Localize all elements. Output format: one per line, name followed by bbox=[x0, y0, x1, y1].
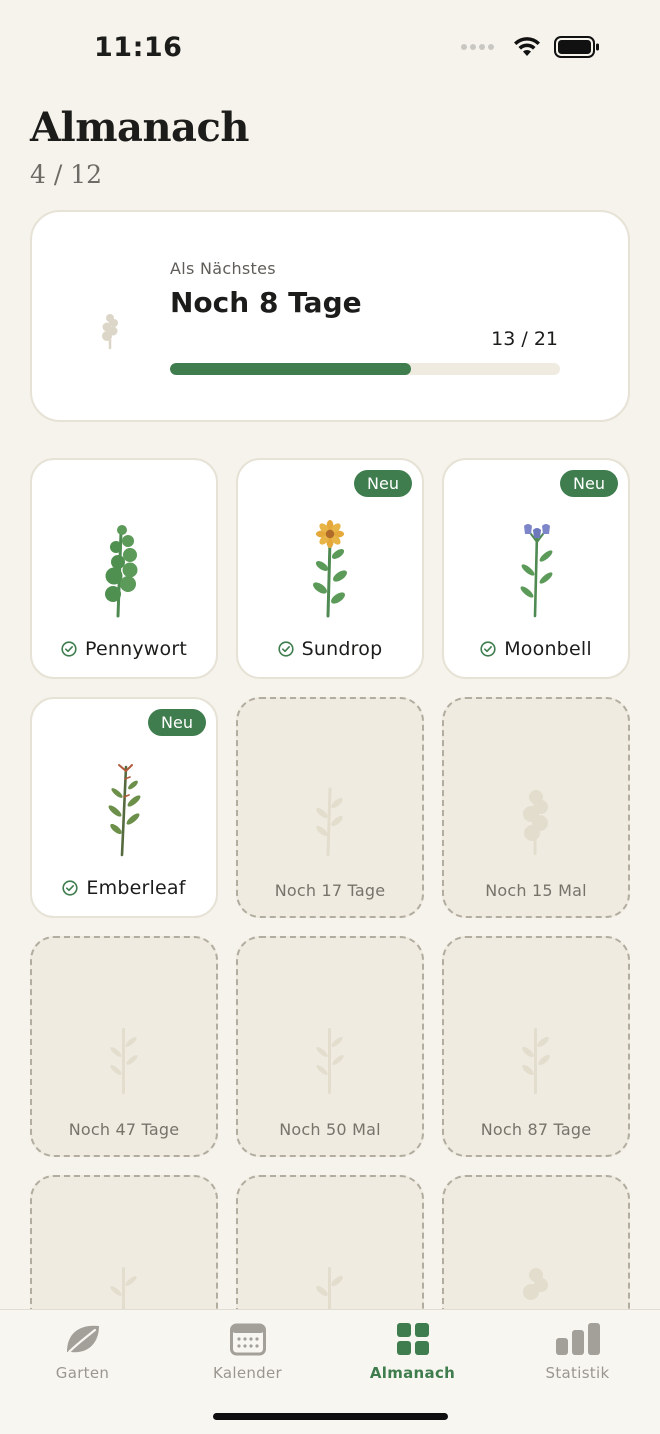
locked-sprig-icon bbox=[316, 1028, 344, 1094]
tab-label: Statistik bbox=[545, 1364, 610, 1382]
next-unlock-card[interactable]: Als Nächstes Noch 8 Tage 13 / 21 bbox=[30, 210, 630, 422]
unlock-requirement: Noch 17 Tage bbox=[274, 881, 386, 900]
sundrop-flower-icon bbox=[313, 520, 347, 618]
collection-count: 4 / 12 bbox=[30, 160, 103, 189]
check-circle-icon bbox=[278, 641, 294, 657]
next-label: Als Nächstes bbox=[170, 259, 276, 278]
battery-icon bbox=[554, 36, 599, 58]
check-circle-icon bbox=[61, 641, 77, 657]
check-circle-icon bbox=[480, 641, 496, 657]
tile-locked[interactable]: Noch 17 Tage bbox=[236, 697, 424, 918]
tile-moonbell[interactable]: Neu Moonbell bbox=[442, 458, 630, 679]
tile-name: Sundrop bbox=[301, 638, 383, 660]
tile-locked[interactable]: Noch 50 Mal bbox=[236, 936, 424, 1157]
moonbell-flower-icon bbox=[520, 524, 553, 618]
locked-sprig-icon bbox=[522, 1028, 550, 1094]
page-title: Almanach bbox=[30, 104, 249, 151]
locked-sprig-icon bbox=[110, 1028, 138, 1094]
tile-name: Emberleaf bbox=[86, 877, 186, 899]
emberleaf-plant-icon bbox=[108, 764, 141, 857]
tile-locked[interactable] bbox=[442, 1175, 630, 1310]
tab-statistik[interactable]: Statistik bbox=[495, 1310, 660, 1390]
tab-label: Garten bbox=[55, 1364, 110, 1382]
tab-kalender[interactable]: Kalender bbox=[165, 1310, 330, 1390]
progress-bar bbox=[170, 363, 560, 375]
new-badge: Neu bbox=[354, 470, 412, 497]
wifi-icon bbox=[514, 37, 540, 56]
status-bar: 11:16 bbox=[0, 0, 660, 96]
tile-label: Moonbell bbox=[444, 638, 628, 660]
grid-icon bbox=[396, 1323, 429, 1355]
calendar-icon bbox=[229, 1323, 266, 1356]
status-icons bbox=[461, 36, 600, 58]
tile-sundrop[interactable]: Neu Sundrop bbox=[236, 458, 424, 679]
locked-leaf-icon bbox=[523, 790, 548, 855]
next-plant-silhouette-icon bbox=[102, 314, 118, 350]
tile-locked[interactable] bbox=[236, 1175, 424, 1310]
tile-label: Pennywort bbox=[32, 638, 216, 660]
next-title: Noch 8 Tage bbox=[170, 286, 362, 319]
new-badge: Neu bbox=[148, 709, 206, 736]
locked-sprig-icon bbox=[316, 1267, 343, 1310]
tile-locked[interactable]: Noch 15 Mal bbox=[442, 697, 630, 918]
tab-label: Kalender bbox=[213, 1364, 282, 1382]
check-circle-icon bbox=[62, 880, 79, 896]
unlock-requirement: Noch 47 Tage bbox=[68, 1120, 180, 1139]
tile-label: Sundrop bbox=[238, 638, 422, 660]
progress-fill bbox=[170, 363, 412, 375]
new-badge: Neu bbox=[560, 470, 618, 497]
tile-name: Moonbell bbox=[504, 638, 592, 660]
tab-almanach[interactable]: Almanach bbox=[330, 1310, 495, 1390]
status-time: 11:16 bbox=[94, 32, 183, 63]
pennywort-plant-icon bbox=[105, 525, 138, 618]
locked-sprig-icon bbox=[316, 787, 343, 857]
locked-leaf-icon bbox=[523, 1268, 548, 1300]
unlock-requirement: Noch 50 Mal bbox=[279, 1120, 381, 1139]
unlock-requirement: Noch 15 Mal bbox=[485, 881, 587, 900]
tile-label: Emberleaf bbox=[32, 877, 216, 899]
unlock-requirement: Noch 87 Tage bbox=[480, 1120, 592, 1139]
tile-locked[interactable] bbox=[30, 1175, 218, 1310]
home-indicator bbox=[213, 1413, 448, 1420]
tile-locked[interactable]: Noch 87 Tage bbox=[442, 936, 630, 1157]
progress-ratio: 13 / 21 bbox=[491, 328, 558, 350]
cellular-signal-icon bbox=[461, 44, 494, 50]
tab-garten[interactable]: Garten bbox=[0, 1310, 165, 1390]
tile-name: Pennywort bbox=[84, 638, 188, 660]
tile-locked[interactable]: Noch 47 Tage bbox=[30, 936, 218, 1157]
tab-label: Almanach bbox=[369, 1364, 456, 1382]
bar-chart-icon bbox=[555, 1323, 600, 1355]
locked-sprig-icon bbox=[110, 1267, 137, 1310]
leaf-icon bbox=[66, 1325, 99, 1354]
tile-pennywort[interactable]: Pennywort bbox=[30, 458, 218, 679]
tile-emberleaf[interactable]: Neu Emberleaf bbox=[30, 697, 218, 918]
almanac-grid: Pennywort Neu Sundrop Neu Moonbell Neu E… bbox=[30, 458, 630, 1310]
